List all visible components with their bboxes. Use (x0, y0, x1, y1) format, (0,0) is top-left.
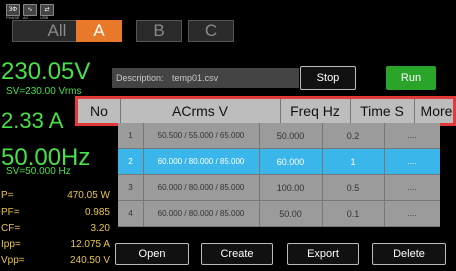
tab-b[interactable]: B (136, 20, 182, 42)
cell-more[interactable]: .... (384, 149, 440, 175)
open-button[interactable]: Open (115, 243, 189, 265)
cell-freq: 100.00 (259, 175, 323, 201)
param-vpp: Vpp= 240.50 V (1, 255, 110, 266)
cell-no: 1 (118, 123, 144, 149)
cell-more[interactable]: .... (384, 201, 440, 227)
current-readout: 2.33 A (1, 108, 64, 133)
cell-more[interactable]: .... (384, 175, 440, 201)
param-ipp: Ipp= 12.075 A (1, 239, 110, 250)
param-cf: CF= 3.20 (1, 223, 110, 234)
cell-freq: 60.000 (259, 149, 323, 175)
usb-icon: ⇄ USB (40, 4, 54, 20)
cell-freq: 50.00 (259, 201, 323, 227)
cell-no: 3 (118, 175, 144, 201)
stop-button[interactable]: Stop (300, 66, 356, 90)
table-row[interactable]: 3 60.000 / 80.000 / 85.000 100.00 0.5 ..… (118, 175, 440, 201)
voltage-setting: SV=230.00 Vrms (6, 86, 82, 97)
param-power: P= 470.05 W (1, 190, 110, 201)
delete-button[interactable]: Delete (372, 243, 446, 265)
tab-a[interactable]: A (76, 20, 122, 42)
header-time[interactable]: Time S (350, 99, 415, 123)
header-acrms[interactable]: ACrms V (120, 99, 281, 123)
table-header: No ACrms V Freq Hz Time S More (75, 96, 456, 126)
cell-time: 0.2 (322, 123, 385, 149)
tab-c[interactable]: C (188, 20, 234, 42)
cell-no: 2 (118, 149, 144, 175)
cell-acrms: 50.500 / 55.000 / 65.000 (143, 123, 260, 149)
frequency-setting: SV=50.000 Hz (6, 166, 71, 177)
cell-freq: 50.000 (259, 123, 323, 149)
table-row[interactable]: 1 50.500 / 55.000 / 65.000 50.000 0.2 ..… (118, 123, 440, 149)
run-button[interactable]: Run (386, 66, 436, 90)
description-field[interactable]: Description: temp01.csv (112, 68, 299, 88)
ac-icon: ∿ AC (23, 4, 37, 20)
cell-time: 0.1 (322, 201, 385, 227)
header-more[interactable]: More (414, 99, 456, 123)
cell-time: 1 (322, 149, 385, 175)
status-icons: 3Φ PHASE ∿ AC ⇄ USB (6, 4, 54, 20)
phase-icon: 3Φ PHASE (6, 4, 20, 20)
export-button[interactable]: Export (287, 243, 359, 265)
cell-acrms: 60.000 / 80.000 / 85.000 (143, 149, 260, 175)
description-label: Description: (116, 73, 164, 83)
table-row[interactable]: 4 60.000 / 80.000 / 85.000 50.00 0.1 ...… (118, 201, 440, 227)
header-no[interactable]: No (78, 99, 121, 123)
cell-more[interactable]: .... (384, 123, 440, 149)
header-freq[interactable]: Freq Hz (280, 99, 351, 123)
cell-time: 0.5 (322, 175, 385, 201)
param-pf: PF= 0.985 (1, 207, 110, 218)
cell-no: 4 (118, 201, 144, 227)
table-row[interactable]: 2 60.000 / 80.000 / 85.000 60.000 1 .... (118, 149, 440, 175)
voltage-readout: 230.05V (1, 58, 91, 85)
cell-acrms: 60.000 / 80.000 / 85.000 (143, 175, 260, 201)
create-button[interactable]: Create (201, 243, 273, 265)
description-value: temp01.csv (172, 73, 219, 83)
cell-acrms: 60.000 / 80.000 / 85.000 (143, 201, 260, 227)
